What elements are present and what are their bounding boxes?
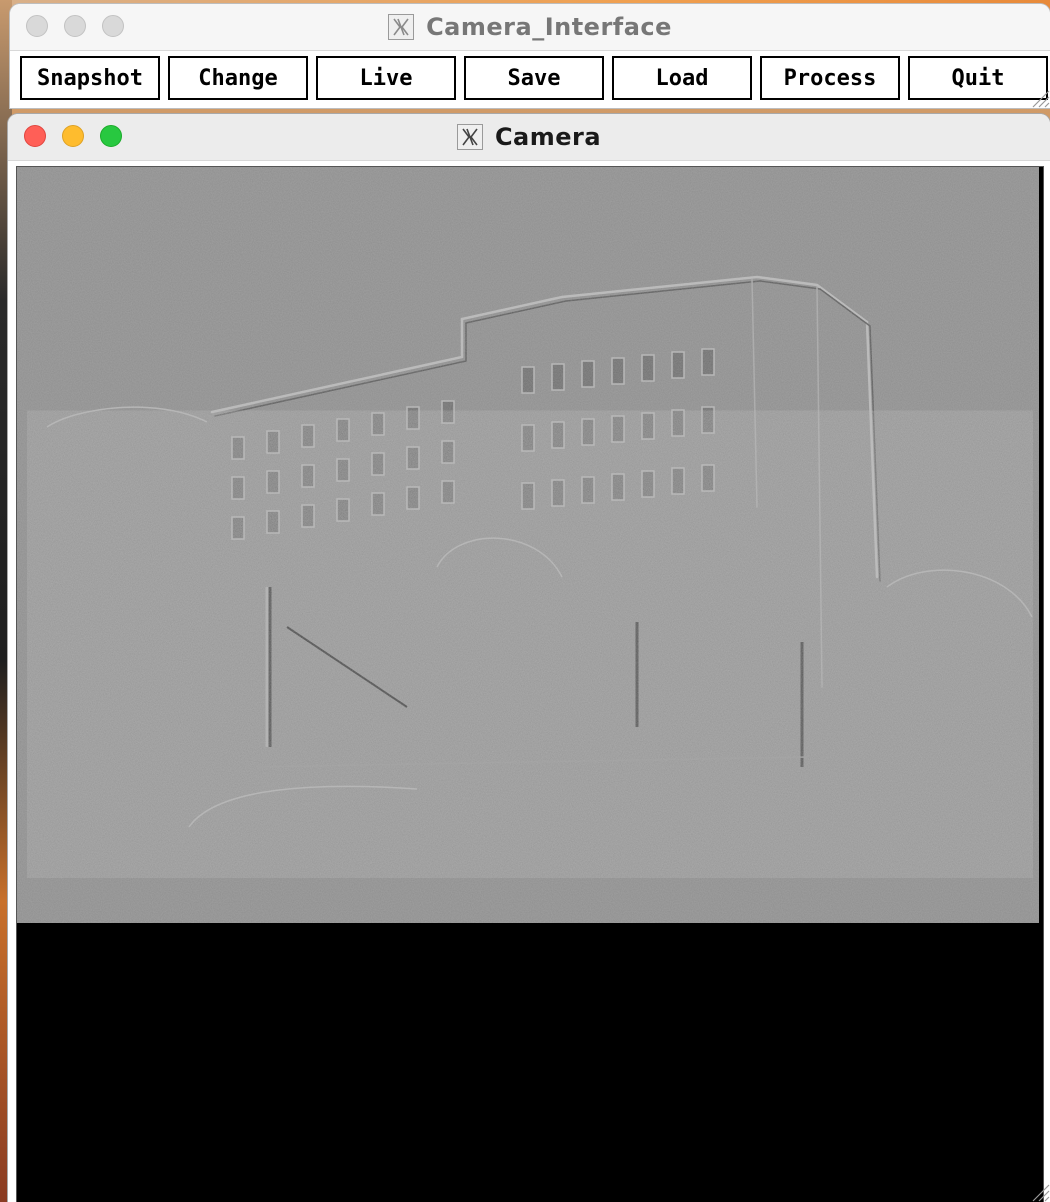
button-bar: Snapshot Change Live Save Load Process Q… [18,56,1050,102]
x11-icon [388,14,415,40]
process-button[interactable]: Process [760,56,900,100]
embossed-building-scene [17,167,1039,923]
window-title: Camera [494,123,602,151]
camera-interface-window: Camera_Interface Snapshot Change Live Sa… [10,4,1050,108]
quit-button[interactable]: Quit [908,56,1048,100]
window-title: Camera_Interface [426,13,672,41]
camera-viewport[interactable] [16,166,1044,1202]
change-button[interactable]: Change [168,56,308,100]
title-group: Camera [8,114,1050,160]
snapshot-button[interactable]: Snapshot [20,56,160,100]
x11-icon [456,124,483,150]
resize-grip-icon[interactable] [1028,86,1050,108]
camera-window: Camera [8,114,1050,1202]
camera-interface-titlebar[interactable]: Camera_Interface [10,4,1050,51]
live-button[interactable]: Live [316,56,456,100]
camera-titlebar[interactable]: Camera [8,114,1050,161]
resize-grip-icon[interactable] [1028,1180,1050,1202]
processed-camera-image [17,167,1039,923]
save-button[interactable]: Save [464,56,604,100]
load-button[interactable]: Load [612,56,752,100]
title-group: Camera_Interface [10,4,1050,50]
